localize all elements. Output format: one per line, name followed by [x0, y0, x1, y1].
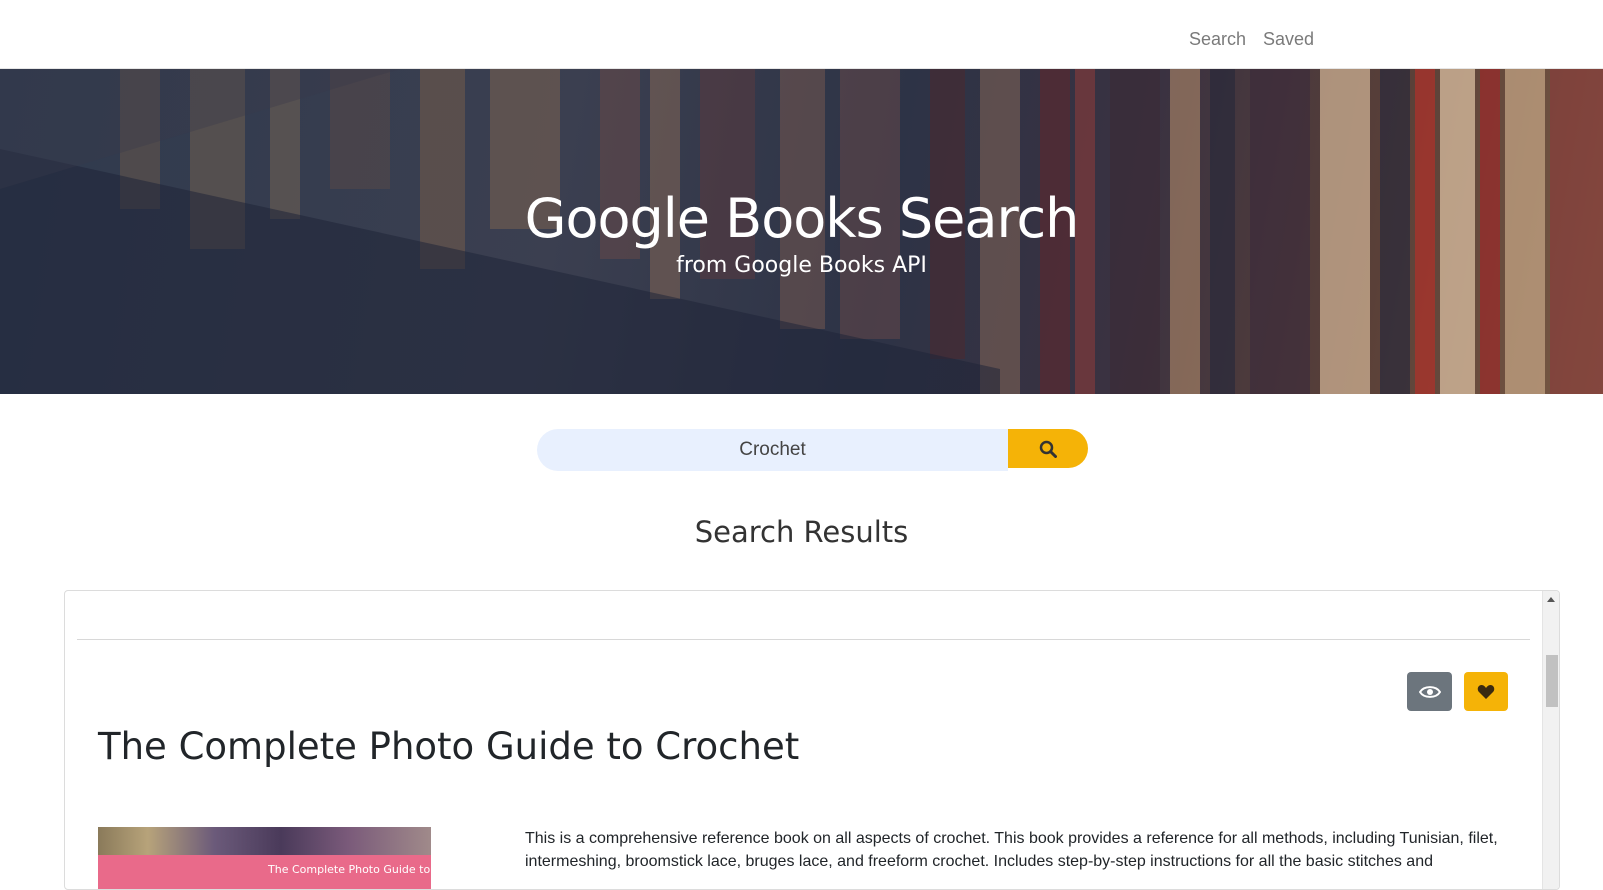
scrollbar-thumb[interactable] — [1546, 655, 1558, 707]
book-title: The Complete Photo Guide to Crochet — [98, 725, 800, 768]
search-icon — [1039, 440, 1057, 458]
heart-icon — [1477, 684, 1495, 699]
search-form — [537, 429, 1088, 471]
navbar: Search Saved — [0, 0, 1603, 69]
book-cover-image: The Complete Photo Guide to — [98, 827, 431, 889]
divider — [77, 639, 1530, 640]
search-button[interactable] — [1008, 429, 1088, 468]
nav-link-search[interactable]: Search — [1189, 29, 1246, 50]
scroll-up-arrow-icon[interactable] — [1547, 597, 1555, 602]
search-input[interactable] — [537, 429, 1008, 471]
nav-link-saved[interactable]: Saved — [1263, 29, 1314, 50]
hero-banner: Google Books Search from Google Books AP… — [0, 69, 1603, 394]
results-list: The Complete Photo Guide to Crochet The … — [64, 590, 1560, 890]
scrollbar[interactable] — [1542, 591, 1559, 889]
view-book-button[interactable] — [1407, 672, 1452, 711]
page-title: Google Books Search — [524, 187, 1080, 250]
save-book-button[interactable] — [1464, 672, 1508, 711]
page-subtitle: from Google Books API — [676, 253, 927, 278]
cover-text: The Complete Photo Guide to — [268, 863, 431, 876]
eye-icon — [1418, 685, 1441, 698]
results-heading: Search Results — [694, 515, 909, 549]
book-description: This is a comprehensive reference book o… — [525, 830, 1498, 870]
